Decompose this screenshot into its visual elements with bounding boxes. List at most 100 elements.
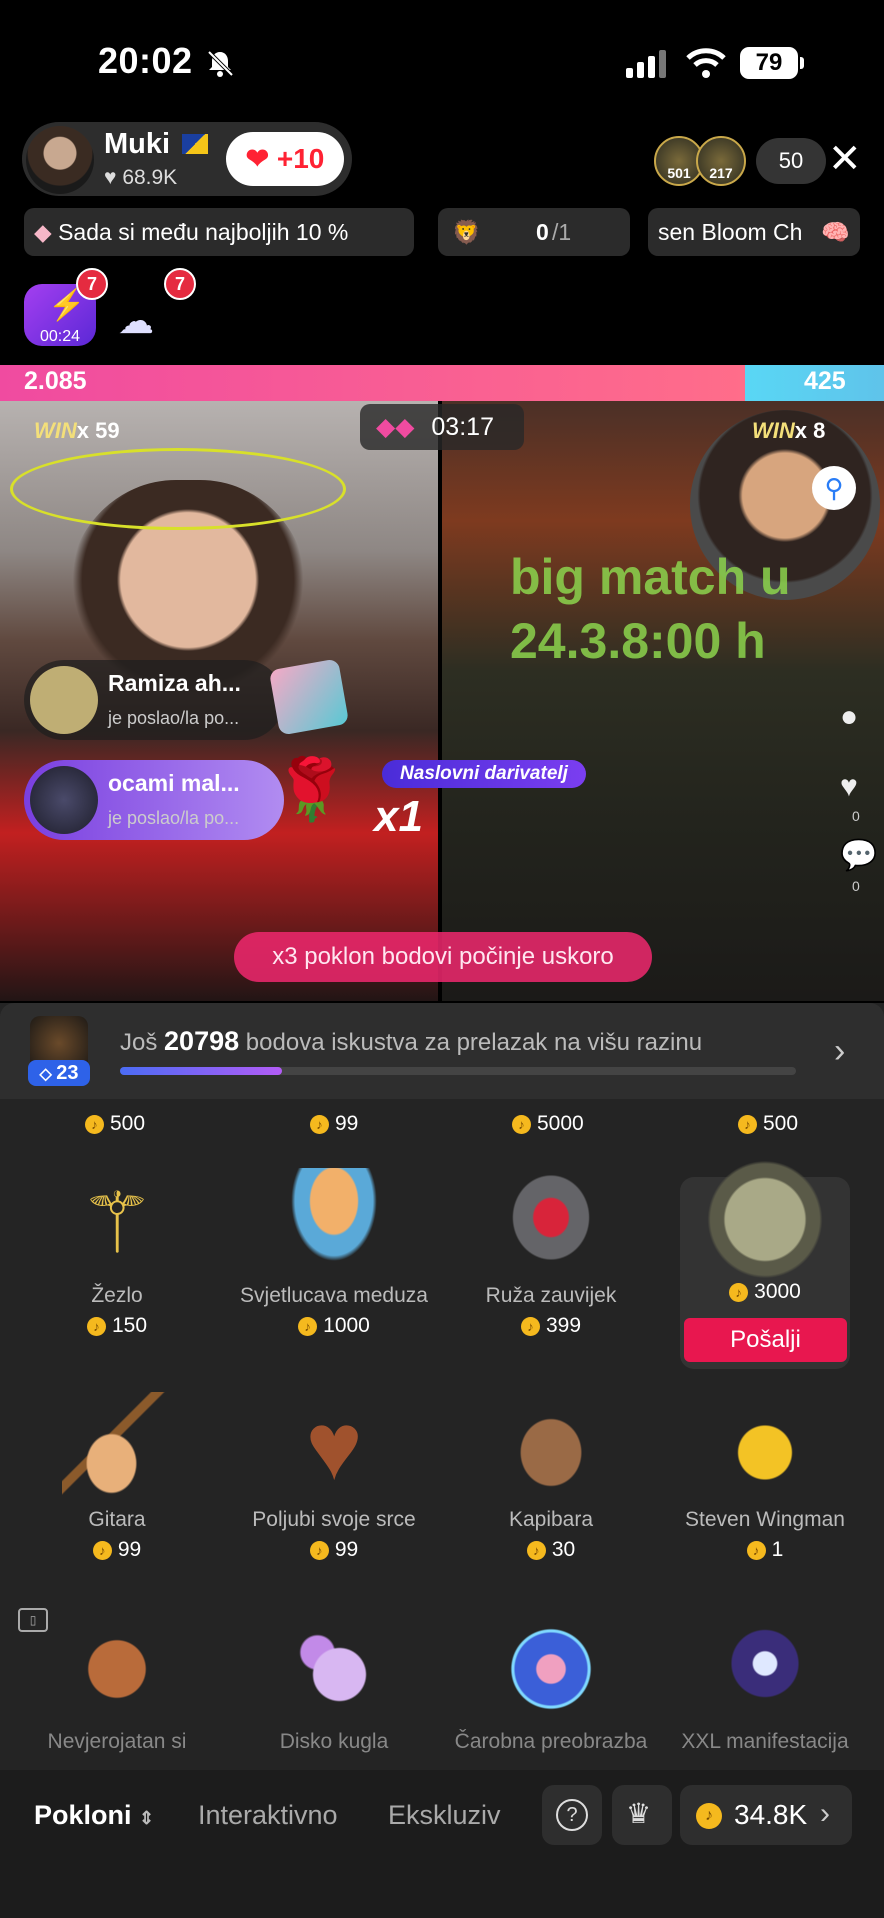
gift-price: ♪ 99: [12, 1538, 222, 1562]
coin-icon: ♪: [310, 1114, 329, 1134]
flag-icon: [182, 134, 208, 154]
host-likes: ♥ 68.9K: [104, 166, 177, 190]
gift-name: Nevjerojatan si: [47, 1730, 187, 1753]
level-text-prefix: Još: [120, 1029, 158, 1056]
gift-scepter[interactable]: ⚚ Žezlo ♪ 150: [12, 1168, 222, 1338]
balance-value: 34.8K: [734, 1799, 808, 1830]
battle-score-left: 2.085: [24, 367, 87, 395]
rose-icon: 🌹: [274, 756, 349, 823]
gift-bee[interactable]: Steven Wingman ♪ 1: [660, 1392, 870, 1562]
top-gifter-label: Naslovni darivatelj: [382, 760, 586, 788]
win-label-right: WIN: [752, 418, 795, 443]
gift-price-r0-2: ♪ 99: [310, 1112, 358, 1136]
gift-guitar[interactable]: Gitara ♪ 99: [12, 1392, 222, 1562]
gift-price-r0-1-value: 500: [110, 1112, 146, 1135]
close-icon[interactable]: ✕: [828, 136, 862, 182]
heart-small-icon: ♥: [104, 166, 123, 189]
viewer-rank-2: 217: [709, 165, 733, 181]
goal-pill[interactable]: 🦁 0 /1: [438, 208, 630, 256]
level-badge: ◇ 23: [28, 1060, 90, 1086]
ranking-text: Sada si među najboljih 10 %: [58, 219, 349, 245]
heart-side-icon[interactable]: ♥: [840, 770, 858, 804]
cloud-moon-icon[interactable]: ☁: [118, 300, 166, 341]
ticker-pill[interactable]: sen Bloom Ch 🧠: [648, 208, 860, 256]
profile-side-icon[interactable]: ●: [840, 700, 858, 734]
follow-like-button[interactable]: ❤ +10: [226, 132, 344, 186]
gift-capybara[interactable]: Kapibara ♪ 30: [446, 1392, 656, 1562]
gift-price-value: 30: [551, 1538, 576, 1561]
level-points: 20798: [164, 1026, 240, 1056]
viewer-rank-1: 501: [667, 165, 691, 181]
gift-price-value: 99: [334, 1538, 359, 1561]
win-count-left: x 59: [76, 418, 120, 443]
overlay-text-1: big match u: [510, 549, 791, 605]
coin-icon: ♪: [86, 1316, 106, 1336]
capybara-icon: [496, 1392, 606, 1502]
tab-gifts[interactable]: Pokloni ⇕: [34, 1800, 154, 1831]
viewer-count[interactable]: 50: [756, 138, 826, 184]
send-button[interactable]: Pošalji: [684, 1318, 847, 1362]
ticker-text: sen Bloom Ch: [658, 219, 803, 245]
gift-price: ♪ 30: [446, 1538, 656, 1562]
like-button-label: +10: [276, 143, 325, 174]
gift-price: ♪ 99: [229, 1538, 439, 1562]
gift-price-r0-1: ♪ 500: [85, 1112, 145, 1136]
gift-jellyfish[interactable]: Svjetlucava meduza ♪ 1000: [229, 1168, 439, 1338]
teddy-bear-icon: [62, 1614, 172, 1724]
ranking-pill[interactable]: ◆ Sada si među najboljih 10 %: [24, 208, 414, 256]
goal-current: 0: [536, 219, 549, 245]
gift-price-r0-2-value: 99: [335, 1112, 359, 1135]
multiplier-banner: x3 poklon bodovi počinje uskoro: [234, 932, 652, 982]
win-label-left: WIN: [34, 418, 77, 443]
host-avatar[interactable]: [26, 126, 94, 194]
gift-price-value: 399: [545, 1314, 582, 1337]
gift-rose-forever[interactable]: Ruža zauvijek ♪ 399: [446, 1168, 656, 1338]
host-likes-count: 68.9K: [122, 166, 178, 189]
search-magnifier-icon[interactable]: ⚲: [812, 466, 856, 510]
side-comment-count: 0: [852, 878, 860, 894]
gift-car[interactable]: ♪ 3000: [660, 1148, 870, 1304]
coin-icon: ♪: [92, 1540, 112, 1560]
goal-total: /1: [552, 219, 572, 245]
gift-heart-cookie[interactable]: ♥ Poljubi svoje srce ♪ 99: [229, 1392, 439, 1562]
host-name: Muki: [104, 128, 171, 160]
chevron-right-icon[interactable]: ›: [834, 1032, 845, 1071]
tab-interactive[interactable]: Interaktivno: [198, 1800, 338, 1831]
gift-price: ♪ 3000: [660, 1280, 870, 1304]
gift-disco-ball[interactable]: Disko kugla: [229, 1614, 439, 1754]
battle-icon: ◆◆: [376, 413, 415, 441]
win-streak-right: WINx 8: [752, 418, 825, 444]
coin-icon: ♪: [526, 1540, 546, 1560]
gift-name: Kapibara: [508, 1508, 594, 1531]
coin-icon: ♪: [298, 1316, 318, 1336]
tiktok-gift-icon: [268, 658, 350, 736]
level-diamond-icon: ◇: [39, 1066, 57, 1083]
tab-exclusive[interactable]: Ekskluziv: [388, 1800, 508, 1831]
crown-button[interactable]: ♛: [612, 1785, 672, 1845]
help-button[interactable]: ?: [542, 1785, 602, 1845]
gift-name: Steven Wingman: [685, 1508, 845, 1531]
balance-button[interactable]: ♪ 34.8K ›: [680, 1785, 852, 1845]
gift-magic-orb[interactable]: Čarobna preobrazba: [446, 1614, 656, 1754]
gift-price: ♪ 150: [12, 1314, 222, 1338]
gift-teddy[interactable]: Nevjerojatan si: [12, 1614, 222, 1754]
help-icon: ?: [556, 1799, 588, 1831]
gift-crystal-ball[interactable]: XXL manifestacija: [660, 1614, 870, 1754]
gift-price-value: 3000: [754, 1280, 801, 1303]
crystal-ball-icon: [710, 1614, 820, 1724]
gift-notice-sub-2: je poslao/la po...: [108, 808, 240, 828]
comment-side-icon[interactable]: 💬: [840, 838, 877, 873]
gift-price-value: 150: [111, 1314, 148, 1337]
chevron-right-icon: ›: [820, 1797, 830, 1830]
level-text: Još 20798 bodova iskustva za prelazak na…: [120, 1026, 702, 1057]
battery-icon: 79: [740, 47, 804, 79]
coin-icon: ♪: [512, 1114, 531, 1134]
status-time: 20:02: [98, 40, 193, 81]
gift-price: ♪ 1000: [229, 1314, 439, 1338]
sort-icon: ⇕: [139, 1808, 155, 1828]
coin-icon: ♪: [309, 1540, 329, 1560]
gift-price-r0-4-value: 500: [763, 1112, 799, 1135]
disco-ball-icon: [279, 1614, 389, 1724]
crown-icon: ♛: [626, 1798, 652, 1829]
top-viewer-avatar-2[interactable]: 217: [696, 136, 746, 186]
